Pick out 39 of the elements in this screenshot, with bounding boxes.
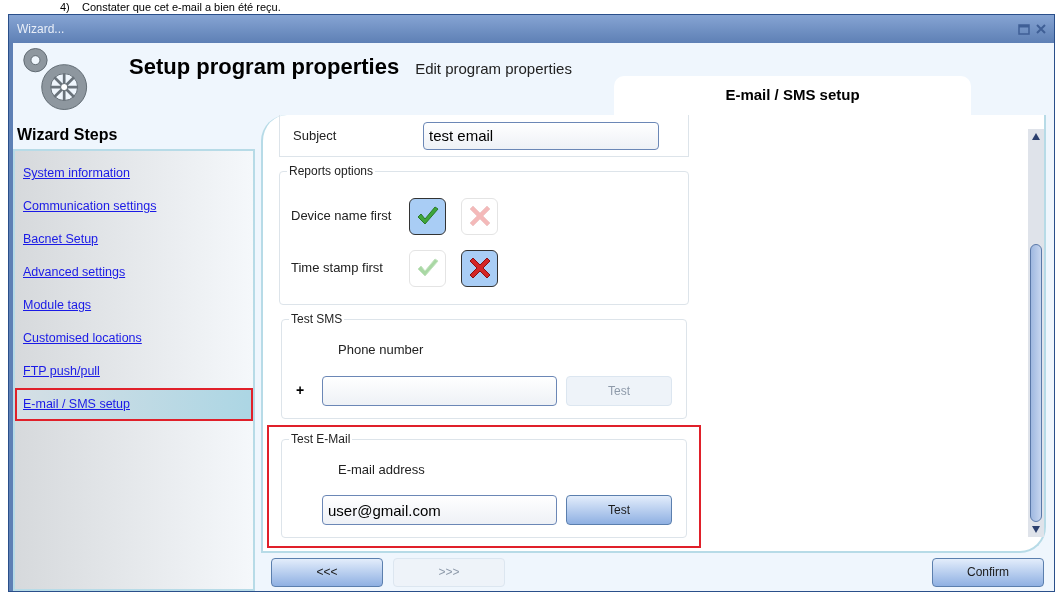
check-icon [415,257,440,279]
group-title: Reports options [287,163,376,179]
scroll-thumb[interactable] [1030,244,1042,522]
button[interactable]: Test [566,495,672,525]
option-label: Device name first [291,207,393,226]
step-link[interactable]: E-mail / SMS setup [23,395,130,414]
phone-field[interactable] [322,375,557,406]
document-text: 4) Constater que cet e-mail a bien été reçu. [60,0,281,14]
check-icon [415,205,440,227]
step-link[interactable]: Communication settings [23,197,157,216]
toggle-button[interactable] [461,249,498,287]
scroll-down-icon[interactable] [1032,526,1040,533]
field-label: Phone number [338,341,425,359]
step-link[interactable]: Bacnet Setup [23,230,99,249]
maximize-icon[interactable] [1018,23,1030,35]
button[interactable]: Confirm [932,557,1044,587]
cross-icon [468,205,491,227]
step-link[interactable]: Module tags [23,296,92,315]
header-title: Setup program properties [129,53,400,81]
plus-sign: + [296,381,306,400]
window-title: Wizard... [17,21,65,38]
option-label: Time stamp first [291,259,384,278]
step-link[interactable]: FTP push/pull [23,362,100,381]
header-subtitle: Edit program properties [415,59,572,79]
step-link[interactable]: Advanced settings [23,263,126,282]
cross-icon [468,257,491,279]
step-link[interactable]: Customised locations [23,329,142,348]
step-link[interactable]: System information [23,164,130,183]
scroll-up-icon[interactable] [1032,133,1040,140]
button[interactable]: <<< [271,557,383,587]
field-label: E-mail address [338,460,426,479]
email-field[interactable]: user@gmail.com [322,495,557,525]
field-label: Subject [293,126,338,145]
section-tab[interactable]: E-mail / SMS setup [614,76,971,115]
toggle-button[interactable] [409,197,446,235]
scrollbar[interactable] [1028,129,1044,537]
close-icon[interactable] [1036,24,1046,34]
sidebar-title: Wizard Steps [17,125,119,145]
subject-field[interactable]: test email [423,121,659,150]
